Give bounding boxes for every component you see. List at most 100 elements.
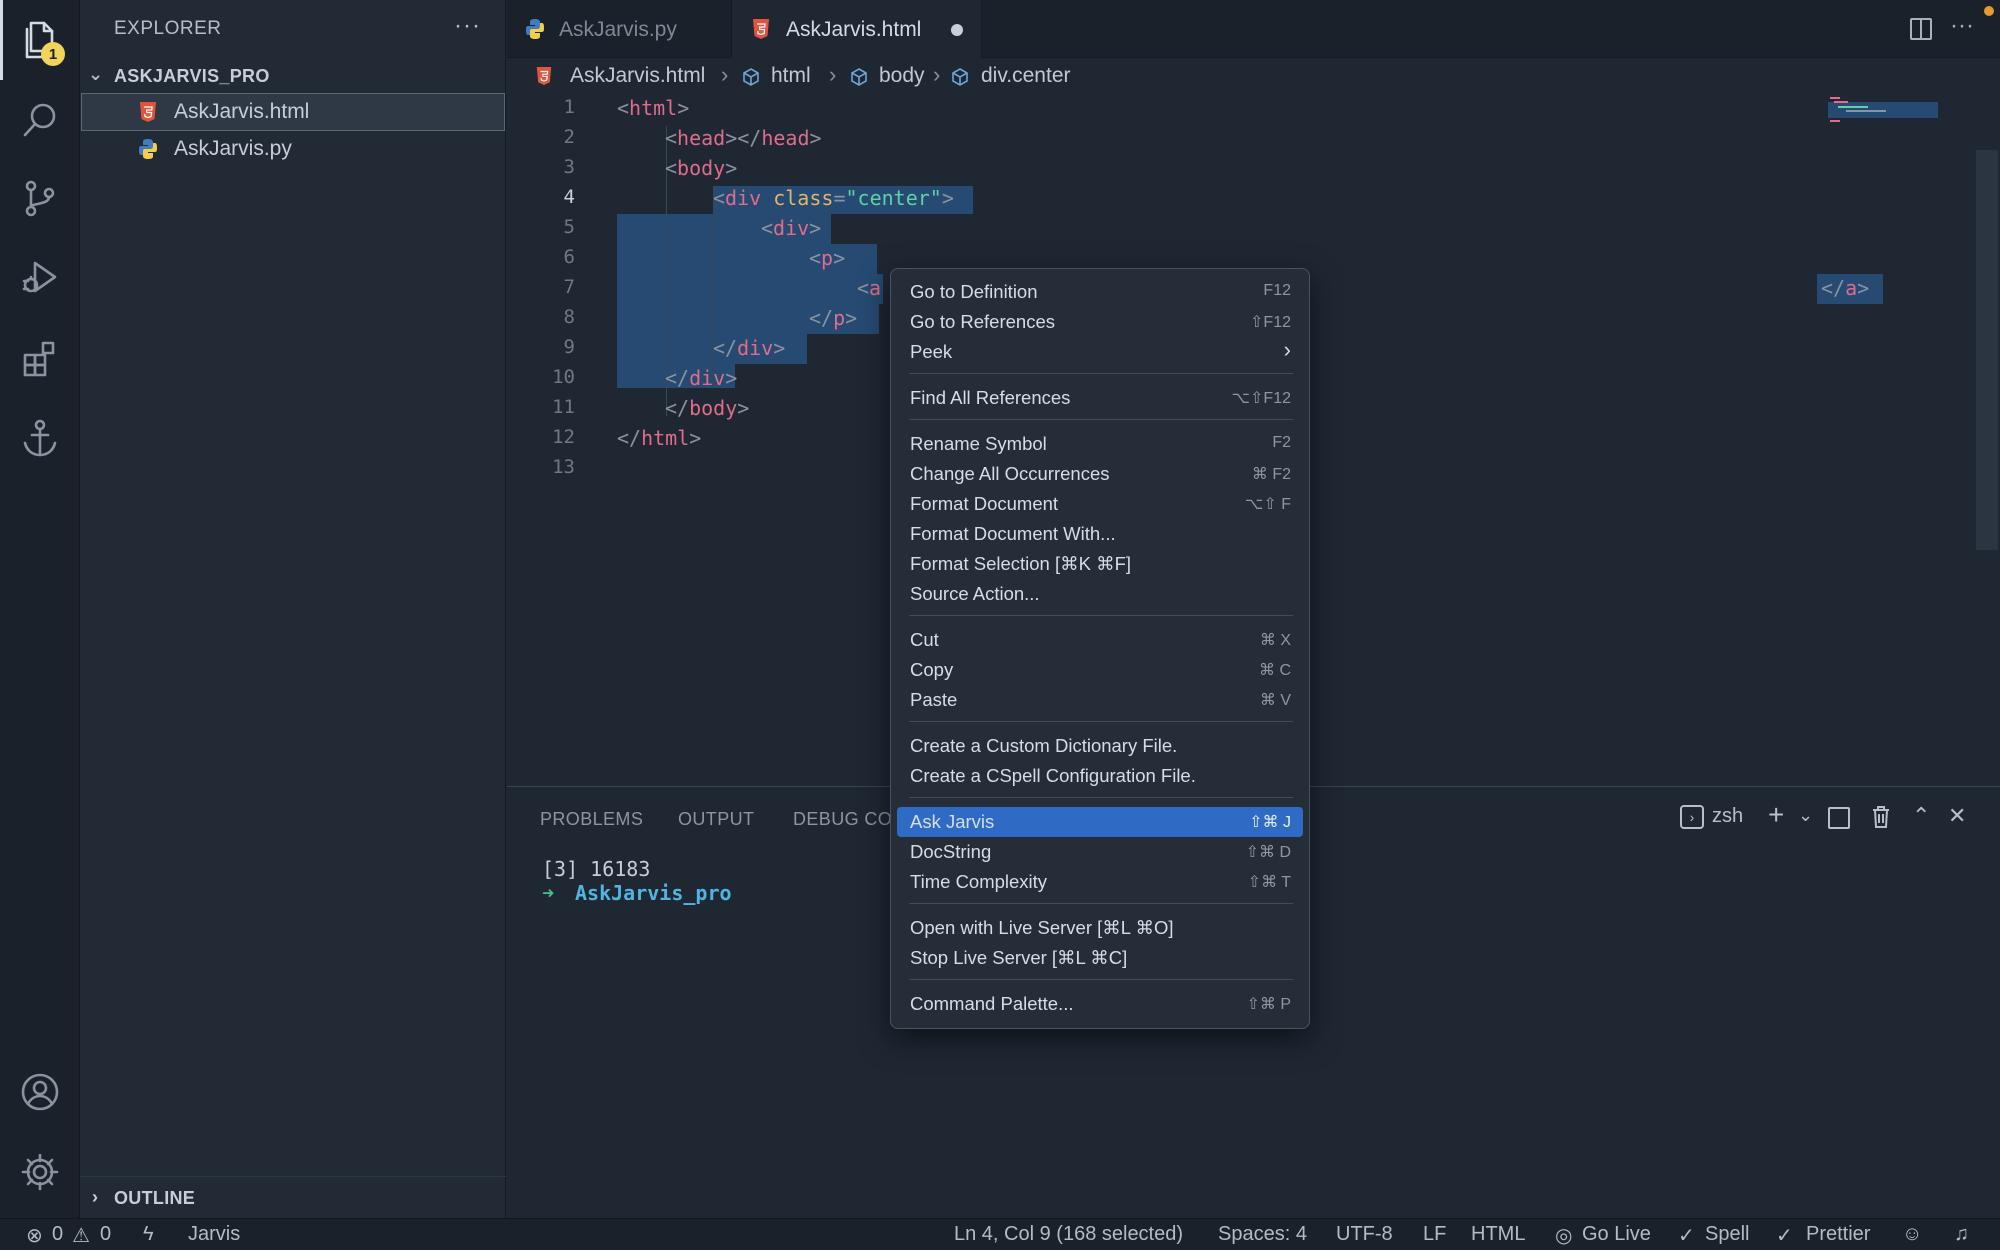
trash-icon[interactable] [1870,805,1892,829]
explorer-badge: 1 [41,42,65,66]
menu-item-cut[interactable]: Cut ⌘ X [897,625,1303,655]
chevron-down-icon[interactable]: ⌄ [1798,805,1813,826]
code-line: <head></head> [665,126,822,150]
maximize-panel-icon[interactable]: ⌃ [1912,803,1930,829]
source-control-icon[interactable] [0,158,80,238]
feedback-icon[interactable]: ☺ [1902,1223,1922,1246]
language-mode[interactable]: HTML [1471,1223,1525,1246]
line-number: 13 [552,456,575,478]
menu-item-ask-jarvis[interactable]: Ask Jarvis ⇧⌘ J [897,807,1303,837]
warning-count[interactable]: 0 [100,1223,111,1246]
line-number: 9 [563,336,575,358]
editor-scrollbar[interactable] [1976,150,1998,550]
terminal-line: [3] 16183 [542,857,651,881]
menu-item-find-all-references[interactable]: Find All References ⌥⇧F12 [897,383,1303,413]
menu-item-label: Copy [910,659,954,680]
menu-item-shortcut: ⇧⌘ J [1249,814,1291,831]
menu-item-label: Change All Occurrences [910,463,1110,484]
indentation[interactable]: Spaces: 4 [1218,1223,1307,1246]
check-icon[interactable]: ✓ [1776,1223,1793,1248]
line-number: 12 [552,426,575,448]
line-ending[interactable]: LF [1423,1223,1446,1246]
run-debug-icon[interactable] [0,238,80,318]
error-icon[interactable]: ⊗ [26,1223,43,1248]
menu-item-change-all-occurrences[interactable]: Change All Occurrences ⌘ F2 [897,459,1303,489]
error-count[interactable]: 0 [52,1223,63,1246]
notifications-bell-icon[interactable]: ♫ [1954,1223,1969,1246]
spell-status[interactable]: Spell [1705,1223,1749,1246]
terminal-icon[interactable]: › [1680,805,1704,829]
tab-askjarvis-html[interactable]: AskJarvis.html [732,0,982,58]
breadcrumb-html[interactable]: html [771,64,811,88]
breadcrumb-file[interactable]: AskJarvis.html [570,64,705,88]
cursor-position[interactable]: Ln 4, Col 9 (168 selected) [954,1223,1183,1246]
anchor-icon[interactable] [0,398,80,478]
menu-item-rename-symbol[interactable]: Rename Symbol F2 [897,429,1303,459]
menu-item-docstring[interactable]: DocString ⇧⌘ D [897,837,1303,867]
check-icon[interactable]: ✓ [1678,1223,1695,1248]
tab-debug-console[interactable]: DEBUG CONSOLE [793,809,891,830]
menu-item-stop-live-server-l-c[interactable]: Stop Live Server [⌘L ⌘C] [897,943,1303,973]
lightning-icon[interactable]: ϟ [143,1223,154,1246]
breadcrumb-div-center[interactable]: div.center [981,64,1071,88]
tab-output[interactable]: OUTPUT [678,809,754,830]
menu-item-format-selection-k-f[interactable]: Format Selection [⌘K ⌘F] [897,549,1303,579]
menu-item-open-with-live-server-l-o[interactable]: Open with Live Server [⌘L ⌘O] [897,913,1303,943]
line-number: 10 [552,366,575,388]
search-icon[interactable] [0,80,80,160]
menu-item-label: DocString [910,841,992,862]
menu-item-time-complexity[interactable]: Time Complexity ⇧⌘ T [897,867,1303,897]
chevron-down-icon: ⌄ [88,64,104,84]
menu-item-command-palette[interactable]: Command Palette... ⇧⌘ P [897,989,1303,1019]
outline-section[interactable]: › OUTLINE [80,1176,506,1216]
menu-item-peek[interactable]: Peek › [897,337,1303,367]
unsaved-dot-icon[interactable] [951,24,963,36]
line-number: 3 [563,156,575,178]
activity-bar: 1 [0,0,80,1218]
split-terminal-icon[interactable] [1828,807,1850,829]
menu-item-format-document[interactable]: Format Document ⌥⇧ F [897,489,1303,519]
tab-problems[interactable]: PROBLEMS [540,809,643,830]
more-actions-icon[interactable]: ··· [1950,12,1974,40]
warning-icon[interactable]: ⚠ [72,1223,90,1248]
menu-item-create-a-custom-dictionary-file[interactable]: Create a Custom Dictionary File. [897,731,1303,761]
menu-item-label: Stop Live Server [⌘L ⌘C] [910,947,1128,968]
menu-item-label: Find All References [910,387,1071,408]
breadcrumb-body[interactable]: body [879,64,925,88]
menu-item-label: Time Complexity [910,871,1048,892]
menu-item-go-to-definition[interactable]: Go to Definition F12 [897,277,1303,307]
broadcast-icon[interactable]: ◎ [1555,1223,1572,1248]
context-menu: Go to Definition F12 Go to References ⇧F12 P… [890,268,1310,1029]
extensions-icon[interactable] [0,318,80,398]
file-item-py[interactable]: AskJarvis.py [82,131,504,167]
new-terminal-icon[interactable]: + [1768,799,1784,831]
account-icon[interactable] [0,1052,80,1132]
minimap[interactable] [1828,96,1938,126]
settings-gear-icon[interactable] [0,1132,80,1212]
file-item-html[interactable]: AskJarvis.html [81,93,505,131]
menu-item-create-a-cspell-configuration-file[interactable]: Create a CSpell Configuration File. [897,761,1303,791]
code-line: <a [857,276,882,300]
menu-item-format-document-with[interactable]: Format Document With... [897,519,1303,549]
encoding[interactable]: UTF-8 [1336,1223,1393,1246]
outline-title: OUTLINE [114,1188,196,1208]
menu-item-go-to-references[interactable]: Go to References ⇧F12 [897,307,1303,337]
go-live-button[interactable]: Go Live [1582,1223,1651,1246]
terminal-cwd: AskJarvis_pro [575,881,732,905]
menu-item-shortcut: ⇧F12 [1250,314,1291,331]
code-line: </html> [617,426,702,450]
jarvis-status[interactable]: Jarvis [188,1223,240,1246]
prettier-status[interactable]: Prettier [1806,1223,1870,1246]
cube-icon [743,68,759,86]
close-panel-icon[interactable]: ✕ [1948,803,1966,829]
folder-root[interactable]: ⌄ ASKJARVIS_PRO [80,62,506,92]
more-actions-icon[interactable]: ··· [454,12,481,40]
shell-name[interactable]: zsh [1712,805,1743,828]
menu-item-copy[interactable]: Copy ⌘ C [897,655,1303,685]
split-editor-icon[interactable] [1910,18,1932,40]
explorer-icon[interactable]: 1 [0,0,80,80]
menu-item-label: Ask Jarvis [910,811,995,832]
tab-askjarvis-py[interactable]: AskJarvis.py [507,0,732,58]
menu-item-source-action[interactable]: Source Action... [897,579,1303,609]
menu-item-paste[interactable]: Paste ⌘ V [897,685,1303,715]
